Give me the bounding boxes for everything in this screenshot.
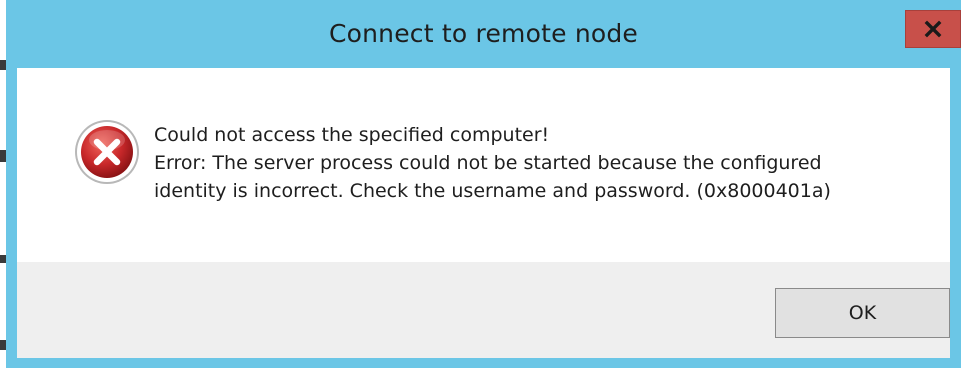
dialog-title: Connect to remote node xyxy=(328,19,639,48)
message-line: Could not access the specified computer! xyxy=(154,124,550,146)
title-bar[interactable]: Connect to remote node xyxy=(6,0,961,68)
message-dialog: Connect to remote node Could not access … xyxy=(6,0,961,368)
close-icon xyxy=(924,20,942,38)
close-button[interactable] xyxy=(905,10,961,48)
button-bar: OK xyxy=(17,262,950,358)
ok-button[interactable]: OK xyxy=(775,288,950,338)
message-line: Error: The server process could not be s… xyxy=(154,152,822,174)
dialog-content: Could not access the specified computer!… xyxy=(17,68,950,262)
error-icon xyxy=(73,118,141,186)
error-message: Could not access the specified computer!… xyxy=(154,121,934,205)
message-line: identity is incorrect. Check the usernam… xyxy=(154,180,831,202)
